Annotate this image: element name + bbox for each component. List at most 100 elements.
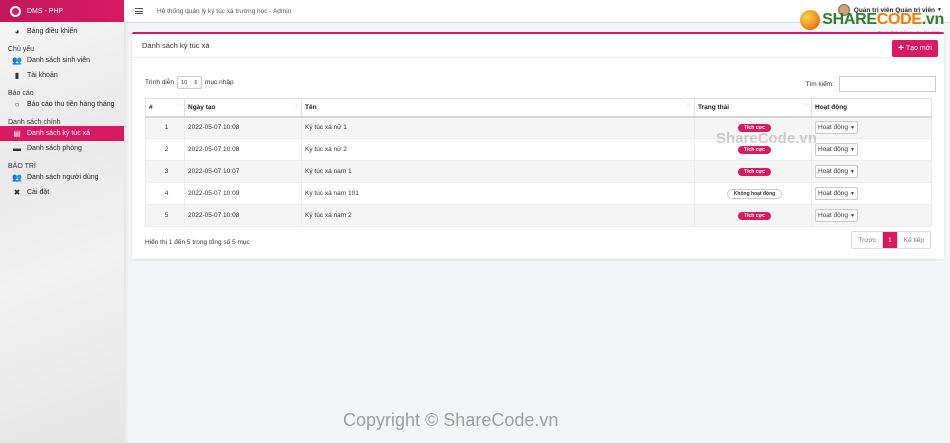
cell-name: Ký túc xá nam 1 [301, 160, 695, 183]
column-header-created[interactable]: Ngày tạo ↑↓ [184, 98, 302, 118]
watermark-logo-accent: CODE [876, 11, 922, 28]
sidebar-group-title: Chủ yếu [8, 46, 35, 53]
status-badge: Tích cực [738, 167, 771, 176]
updown-icon: ⇕ [193, 79, 199, 86]
cell-no: 1 [145, 116, 185, 139]
caret-down-icon: ▼ [850, 146, 855, 153]
cell-created: 2022-05-07 10:09 [184, 182, 302, 205]
page-length-value: 10 [181, 79, 188, 86]
search: Tìm kiếm: [805, 76, 936, 92]
current-page-button[interactable]: 1 [883, 232, 898, 248]
action-dropdown[interactable]: Hoạt động ▼ [815, 187, 858, 200]
search-input[interactable] [839, 76, 936, 92]
cell-no: 3 [145, 160, 185, 183]
column-header-action: Hoạt động [811, 98, 932, 118]
cell-created: 2022-05-07 10:08 [184, 116, 302, 139]
sort-icon: ↑↓ [803, 102, 808, 108]
brand-name: DMS - PHP [27, 7, 64, 15]
watermark-logo-tail: .vn [921, 11, 945, 28]
sidebar: DMS - PHP ◕ Bảng điều khiển Chủ yếu 👥 Da… [0, 0, 124, 443]
sidebar-group-title: Báo cáo [8, 90, 34, 97]
sidebar-item-dashboard[interactable]: ◕ Bảng điều khiển [0, 24, 124, 39]
card-header: Danh sách ký túc xá [132, 34, 944, 58]
cell-name: Ký túc xá nam 101 [301, 182, 695, 205]
table-header-row: # ↑↓ Ngày tạo ↑↓ Tên ↑↓ Trạng thái ↑↓ Hoạt đ… [145, 98, 932, 118]
sort-icon: ↑↓ [686, 102, 691, 108]
brand[interactable]: DMS - PHP [0, 0, 124, 22]
caret-down-icon: ▼ [850, 168, 855, 175]
page-length-suffix: mục nhập [205, 79, 234, 86]
sidebar-item-label: Cài đặt [27, 189, 50, 196]
users-cog-icon: 👥 [12, 173, 22, 182]
sidebar-item-rooms[interactable]: ▬ Danh sách phòng [0, 141, 124, 156]
cell-no: 5 [145, 204, 185, 227]
brand-logo-icon [10, 5, 21, 17]
copyright: Copyright © ShareCode.vn [343, 410, 559, 430]
watermark-logo-main: SHARE [822, 11, 877, 28]
caret-down-icon: ▼ [850, 190, 855, 197]
menu-toggle-icon[interactable] [135, 7, 143, 16]
building-icon: ▤ [13, 129, 21, 138]
cell-created: 2022-05-07 10:07 [184, 160, 302, 183]
sidebar-item-label: Tài khoản [27, 72, 58, 79]
watermark-logo-icon [800, 10, 821, 30]
create-new-label: Tạo mới [905, 45, 932, 52]
action-dropdown[interactable]: Hoạt động ▼ [815, 143, 858, 156]
circle-icon: ○ [14, 100, 20, 109]
caret-down-icon: ▼ [850, 124, 855, 131]
cell-name: Ký túc xá nữ 2 [301, 138, 695, 161]
prev-page-button[interactable]: Trước [852, 232, 884, 248]
column-header-name[interactable]: Tên ↑↓ [301, 98, 695, 118]
sidebar-item-dorms[interactable]: ▤ Danh sách ký túc xá [0, 126, 124, 141]
table-row: 4 2022-05-07 10:09 Ký túc xá nam 101 Khô… [145, 182, 932, 205]
watermark-center: ShareCode.vn [716, 130, 817, 147]
column-header-status[interactable]: Trạng thái ↑↓ [694, 98, 812, 118]
cell-no: 4 [145, 182, 185, 205]
pagination: Trước 1 Kế tiếp [851, 231, 931, 249]
sidebar-item-label: Danh sách ký túc xá [27, 130, 91, 137]
caret-down-icon: ▼ [850, 212, 855, 219]
cell-name: Ký túc xá nữ 1 [301, 116, 695, 139]
sidebar-item-monthly-report[interactable]: ○ Báo cáo thu tiền hàng tháng [0, 97, 124, 112]
sort-icon: ↑↓ [176, 102, 181, 108]
page-length: Trình diễn 10 ⇕ mục nhập [145, 76, 234, 89]
create-new-button[interactable]: + Tạo mới [892, 40, 938, 57]
file-icon: ▮ [14, 71, 20, 80]
users-icon: 👥 [12, 56, 22, 65]
sidebar-item-accounts[interactable]: ▮ Tài khoản [0, 68, 124, 83]
sidebar-item-label: Báo cáo thu tiền hàng tháng [27, 101, 115, 108]
sidebar-group-title: BẢO TRÌ [8, 163, 36, 170]
next-page-button[interactable]: Kế tiếp [898, 232, 930, 248]
page-length-select[interactable]: 10 ⇕ [177, 76, 203, 89]
watermark-logo: SHARECODE.vn [800, 10, 944, 30]
cell-created: 2022-05-07 10:08 [184, 138, 302, 161]
sort-icon: ↑↓ [293, 102, 298, 108]
sidebar-item-label: Danh sách phòng [27, 145, 82, 152]
sidebar-item-students[interactable]: 👥 Danh sách sinh viên [0, 53, 124, 68]
sidebar-group-title: Danh sách chính [8, 119, 61, 126]
bed-icon: ▬ [13, 144, 21, 153]
cell-no: 2 [145, 138, 185, 161]
page-length-prefix: Trình diễn [145, 79, 175, 86]
action-dropdown[interactable]: Hoạt động ▼ [815, 209, 858, 222]
status-badge: Không hoạt động [726, 188, 783, 199]
dorm-list-card: Danh sách ký túc xá + Tạo mới Trình diễn… [132, 32, 944, 259]
page-title: Danh sách ký túc xá [142, 41, 210, 50]
cell-created: 2022-05-07 10:08 [184, 204, 302, 227]
sidebar-item-label: Danh sách sinh viên [27, 57, 91, 64]
action-dropdown[interactable]: Hoạt động ▼ [815, 165, 858, 178]
column-header-no[interactable]: # ↑↓ [145, 98, 185, 118]
status-badge: Tích cực [738, 211, 771, 220]
sidebar-item-label: Danh sách người dùng [27, 174, 99, 181]
sidebar-item-users[interactable]: 👥 Danh sách người dùng [0, 170, 124, 185]
sidebar-item-label: Bảng điều khiển [27, 28, 78, 35]
table-controls: Trình diễn 10 ⇕ mục nhập Tìm kiếm: [145, 76, 936, 92]
sidebar-item-settings[interactable]: ✖ Cài đặt [0, 185, 124, 200]
table-row: 3 2022-05-07 10:07 Ký túc xá nam 1 Tích … [145, 160, 932, 183]
action-dropdown[interactable]: Hoạt động ▼ [815, 121, 858, 135]
cell-name: Ký túc xá nam 2 [301, 204, 695, 227]
system-title: Hệ thống quản lý ký túc xá trường học - … [157, 7, 292, 15]
dorm-table: # ↑↓ Ngày tạo ↑↓ Tên ↑↓ Trạng thái ↑↓ Hoạt đ… [145, 98, 932, 227]
table-info: Hiển thị 1 đến 5 trong tổng số 5 mục [145, 239, 250, 246]
table-row: 5 2022-05-07 10:08 Ký túc xá nam 2 Tích … [145, 204, 932, 227]
